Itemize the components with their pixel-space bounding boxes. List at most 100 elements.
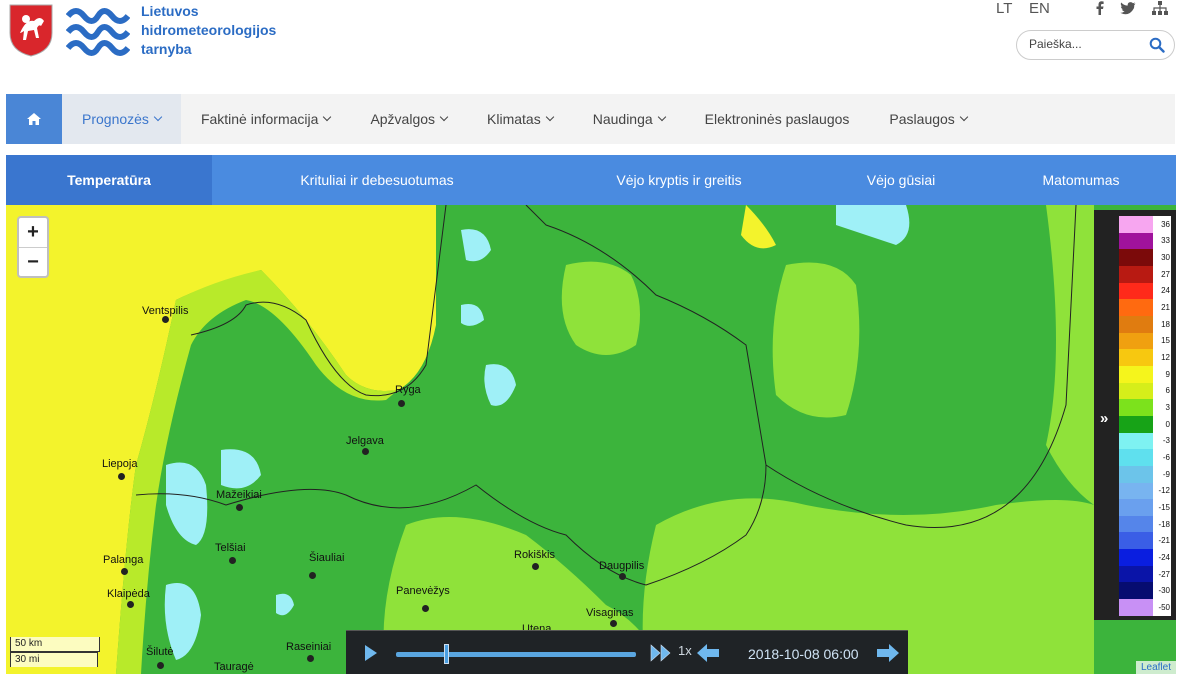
play-icon[interactable] xyxy=(364,644,378,662)
nav-label: Faktinė informacija xyxy=(200,111,319,127)
city-label: Jelgava xyxy=(346,435,384,447)
zoom-out-button[interactable]: − xyxy=(19,247,47,276)
scale-km: 50 km xyxy=(10,637,100,652)
city-label: Visaginas xyxy=(586,607,634,619)
search-box xyxy=(1016,30,1175,60)
legend-label: -9 xyxy=(1162,469,1170,479)
city-label: Ryga xyxy=(395,384,421,396)
coat-of-arms-logo[interactable] xyxy=(8,3,54,57)
timeline-track[interactable] xyxy=(396,652,636,657)
leaflet-attribution-link[interactable]: Leaflet xyxy=(1135,661,1176,674)
city-marker xyxy=(236,504,243,511)
sitemap-icon[interactable] xyxy=(1152,1,1168,15)
legend-label: 21 xyxy=(1161,303,1170,313)
city-marker xyxy=(532,563,539,570)
nav-item-elektronines-paslaugos[interactable]: Elektroninės paslaugos xyxy=(685,94,870,144)
fast-forward-icon[interactable] xyxy=(650,644,672,662)
legend-label: 36 xyxy=(1161,219,1170,229)
city-label: Daugpilis xyxy=(599,560,645,572)
nav-item-prognozes[interactable]: Prognozės xyxy=(62,94,181,144)
legend-swatch xyxy=(1119,216,1153,233)
home-button[interactable] xyxy=(6,94,62,144)
city-marker xyxy=(127,601,134,608)
nav-item-klimatas[interactable]: Klimatas xyxy=(467,94,573,144)
legend-swatch xyxy=(1119,232,1153,250)
legend-swatch xyxy=(1119,499,1153,516)
city-label: Liepoja xyxy=(102,458,138,470)
brand-line-2: hidrometeorologijos xyxy=(141,22,277,38)
legend-swatch xyxy=(1119,315,1153,333)
site-header: Lietuvos hidrometeorologijos tarnyba LT … xyxy=(0,0,1177,92)
city-marker xyxy=(398,400,405,407)
legend-collapse-icon[interactable]: » xyxy=(1100,410,1108,427)
playback-speed[interactable]: 1x xyxy=(678,643,692,658)
tab-vejo-kryptis-ir-greitis[interactable]: Vėjo kryptis ir greitis xyxy=(542,155,816,205)
city-marker xyxy=(118,473,125,480)
nav-label: Elektroninės paslaugos xyxy=(704,111,850,127)
temperature-map[interactable]: Ventspilis Ryga Jelgava Liepoja Mažeikia… xyxy=(6,205,1176,674)
scale-mi: 30 mi xyxy=(10,652,98,667)
city-marker xyxy=(162,316,169,323)
legend-swatch xyxy=(1119,482,1153,500)
legend-label: 12 xyxy=(1161,353,1170,363)
facebook-icon[interactable] xyxy=(1094,1,1106,15)
legend-swatch xyxy=(1119,265,1153,283)
city-label: Šilutė xyxy=(146,646,174,658)
legend-label: 15 xyxy=(1161,336,1170,346)
tab-vejo-gusiai[interactable]: Vėjo gūsiai xyxy=(816,155,986,205)
search-input[interactable] xyxy=(1029,37,1149,51)
legend-swatch xyxy=(1119,565,1153,583)
city-label: Rokiškis xyxy=(514,549,555,561)
lhmt-wave-logo[interactable] xyxy=(66,4,130,56)
nav-item-naudinga[interactable]: Naudinga xyxy=(573,94,685,144)
city-label: Palanga xyxy=(103,554,144,566)
previous-step-arrow-icon[interactable] xyxy=(696,643,720,663)
nav-label: Klimatas xyxy=(487,111,541,127)
search-icon[interactable] xyxy=(1149,37,1165,53)
chevron-down-icon xyxy=(657,112,666,122)
legend-label: 18 xyxy=(1161,319,1170,329)
legend-label: -21 xyxy=(1158,536,1170,546)
brand-line-1: Lietuvos xyxy=(141,3,199,19)
chevron-down-icon xyxy=(545,112,554,122)
chevron-down-icon xyxy=(323,112,332,122)
tab-temperatura[interactable]: Temperatūra xyxy=(6,155,212,205)
nav-label: Naudinga xyxy=(592,111,653,127)
nav-item-paslaugos[interactable]: Paslaugos xyxy=(869,94,986,144)
city-marker xyxy=(121,568,128,575)
lang-lt-link[interactable]: LT xyxy=(996,0,1012,17)
legend-swatch xyxy=(1119,465,1153,483)
tab-matomumas[interactable]: Matomumas xyxy=(986,155,1176,205)
legend-labels: 36 33 30 27 24 21 18 15 12 9 6 3 0 -3 -6 -9 -12 -15 -18 -21… xyxy=(1153,216,1171,616)
site-brand-name[interactable]: Lietuvos hidrometeorologijos tarnyba xyxy=(141,2,276,59)
city-label: Telšiai xyxy=(215,542,246,554)
zoom-in-button[interactable]: + xyxy=(19,218,47,247)
city-label: Klaipėda xyxy=(107,588,150,600)
legend-swatch xyxy=(1119,599,1153,616)
lang-en-link[interactable]: EN xyxy=(1029,0,1050,17)
city-marker xyxy=(309,572,316,579)
legend-label: 3 xyxy=(1165,403,1170,413)
twitter-icon[interactable] xyxy=(1120,2,1136,15)
city-marker xyxy=(610,620,617,627)
legend-swatch xyxy=(1119,532,1153,550)
chevron-down-icon xyxy=(439,112,449,122)
legend-label: -50 xyxy=(1158,602,1170,612)
forecast-tabs: Temperatūra Krituliai ir debesuotumas Vė… xyxy=(6,155,1176,205)
legend-swatch xyxy=(1119,299,1153,316)
nav-label: Apžvalgos xyxy=(370,111,436,127)
chevron-down-icon xyxy=(153,112,163,122)
forecast-datetime: 2018-10-08 06:00 xyxy=(748,646,859,662)
city-label: Panevėžys xyxy=(396,585,450,597)
nav-item-faktine-informacija[interactable]: Faktinė informacija xyxy=(181,94,351,144)
tab-krituliai-ir-debesuotumas[interactable]: Krituliai ir debesuotumas xyxy=(212,155,542,205)
legend-swatch xyxy=(1119,449,1153,466)
legend-label: -18 xyxy=(1158,519,1170,529)
city-label: Ventspilis xyxy=(142,305,189,317)
nav-item-apzvalgos[interactable]: Apžvalgos xyxy=(350,94,467,144)
timeline-handle[interactable] xyxy=(444,644,449,664)
legend-swatch xyxy=(1119,399,1153,416)
legend-label: -3 xyxy=(1162,436,1170,446)
city-marker xyxy=(157,662,164,669)
next-step-arrow-icon[interactable] xyxy=(876,643,900,663)
